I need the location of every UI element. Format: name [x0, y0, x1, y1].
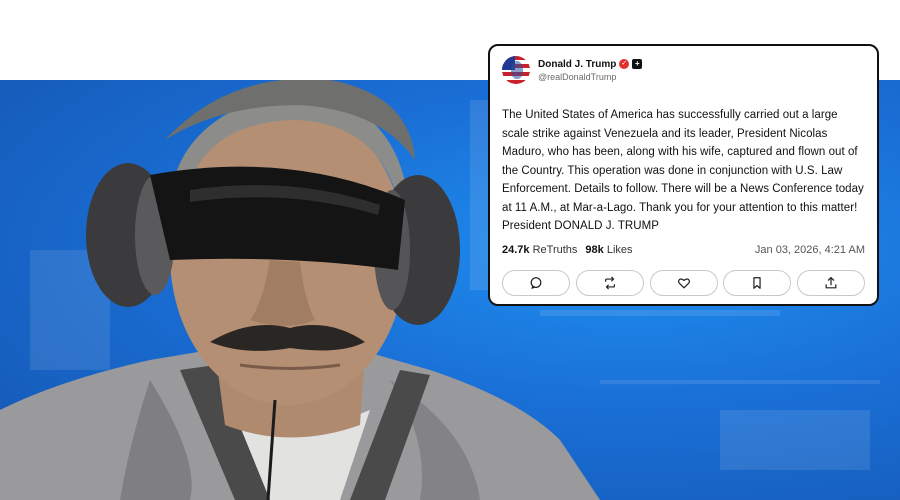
social-post-card[interactable]: Donald J. Trump ✓ + @realDonaldTrump The…: [488, 44, 879, 306]
share-icon: [825, 276, 837, 288]
like-button[interactable]: [649, 269, 718, 296]
share-button[interactable]: [797, 269, 865, 296]
likes-count: 98k: [585, 243, 604, 256]
retruths-count: 24.7k: [502, 243, 530, 256]
author-name-row: Donald J. Trump ✓ +: [538, 59, 643, 70]
like-icon: [677, 277, 690, 288]
author-info: Donald J. Trump ✓ + @realDonaldTrump: [538, 59, 643, 82]
post-header: Donald J. Trump ✓ + @realDonaldTrump: [502, 54, 865, 86]
comment-button[interactable]: [502, 269, 570, 296]
likes-label[interactable]: Likes: [607, 244, 633, 256]
post-stats: 24.7k ReTruths 98k Likes Jan 03, 2026, 4…: [502, 244, 865, 256]
avatar-portrait: [511, 61, 523, 79]
retruth-button[interactable]: [575, 269, 644, 296]
retruth-icon: [604, 276, 615, 289]
bookmark-icon: [753, 276, 761, 289]
avatar[interactable]: [502, 56, 530, 84]
author-handle[interactable]: @realDonaldTrump: [538, 72, 642, 82]
post-timestamp: Jan 03, 2026, 4:21 AM: [754, 243, 865, 256]
plus-icon: +: [632, 59, 643, 69]
post-text: The United States of America has success…: [502, 109, 864, 232]
comment-icon: [530, 276, 542, 289]
author-name[interactable]: Donald J. Trump: [538, 59, 616, 70]
post-action-bar: [502, 269, 865, 296]
retruths-label[interactable]: ReTruths: [533, 244, 578, 256]
bookmark-button[interactable]: [723, 269, 792, 296]
verified-check-icon: ✓: [619, 59, 630, 69]
